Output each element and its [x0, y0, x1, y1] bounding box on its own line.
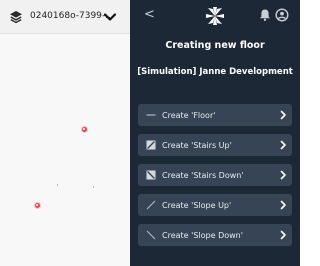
chevron-right-icon: [280, 110, 286, 120]
create-stairs-up-button[interactable]: Create 'Stairs Up': [138, 134, 292, 156]
map-marker[interactable]: [81, 126, 88, 133]
layers-icon: [10, 11, 22, 24]
map-canvas[interactable]: 0240168o-7399-...: [0, 0, 130, 266]
floor-selector-value: 0240168o-7399-...: [30, 11, 114, 21]
map-point: [93, 186, 94, 188]
create-slope-up-label: Create 'Slope Up': [162, 200, 232, 210]
chevron-right-icon: [280, 140, 286, 150]
chevron-right-icon: [280, 230, 286, 240]
stairs-up-icon: [146, 140, 156, 150]
create-floor-button[interactable]: Create 'Floor': [138, 104, 292, 126]
create-actions-list: Create 'Floor' Create 'Stairs Up' Create…: [138, 104, 292, 254]
chevron-down-icon[interactable]: [103, 10, 117, 24]
chevron-right-icon: [280, 200, 286, 210]
create-stairs-down-button[interactable]: Create 'Stairs Down': [138, 164, 292, 186]
create-floor-label: Create 'Floor': [162, 110, 216, 120]
floor-selector[interactable]: 0240168o-7399-...: [0, 0, 130, 34]
slope-up-icon: [146, 200, 156, 210]
slope-down-icon: [146, 230, 156, 240]
bell-icon[interactable]: [258, 8, 272, 22]
create-stairs-down-label: Create 'Stairs Down': [162, 170, 244, 180]
project-name: [Simulation] Janne Development: [137, 67, 293, 77]
floor-line-icon: [146, 114, 156, 116]
create-stairs-up-label: Create 'Stairs Up': [162, 140, 232, 150]
chevron-right-icon: [280, 170, 286, 180]
map-point: [57, 184, 58, 186]
panel-title: Creating new floor: [165, 40, 265, 51]
back-icon[interactable]: <: [144, 8, 155, 22]
create-slope-down-label: Create 'Slope Down': [162, 230, 243, 240]
map-marker[interactable]: [34, 202, 41, 209]
stairs-down-icon: [146, 170, 156, 180]
account-icon[interactable]: [275, 8, 289, 22]
side-panel: < Creating new floor [Simulation] Janne …: [130, 0, 300, 266]
create-slope-up-button[interactable]: Create 'Slope Up': [138, 194, 292, 216]
create-slope-down-button[interactable]: Create 'Slope Down': [138, 224, 292, 246]
logo-icon: [206, 7, 224, 25]
